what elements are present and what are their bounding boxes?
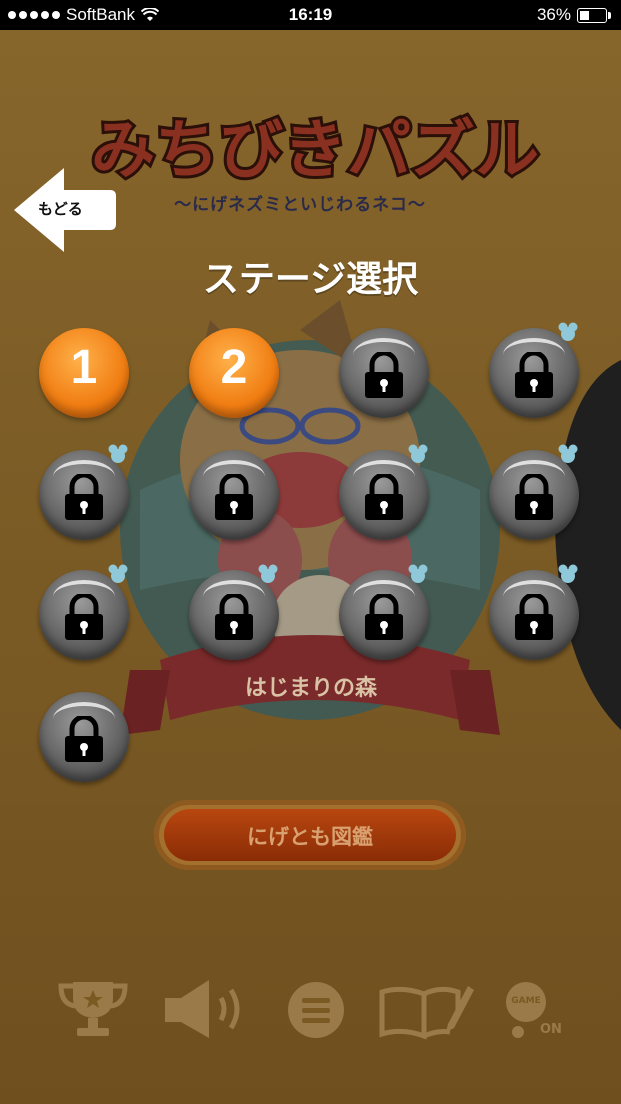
mouse-icon (558, 444, 578, 463)
game-center-icon (506, 982, 546, 1038)
book-icon[interactable] (378, 980, 476, 1040)
game-subtitle: 〜にげネズミといじわるネコ〜 (174, 195, 426, 215)
stage-1-button[interactable]: 1 (39, 328, 129, 418)
stage-5-button[interactable] (39, 444, 129, 540)
speaker-icon[interactable] (163, 978, 255, 1040)
stage-3-button[interactable] (339, 328, 429, 418)
mouse-icon (108, 564, 128, 583)
svg-text:みちびきパズル: みちびきパズル (91, 114, 539, 188)
stage-number: 2 (220, 341, 248, 394)
menu-icon[interactable] (286, 980, 346, 1040)
clock: 16:19 (288, 5, 333, 24)
stage-13-button[interactable] (39, 692, 129, 782)
trophy-icon[interactable] (55, 978, 131, 1040)
area-label: はじまりの森 (244, 676, 377, 701)
mouse-icon (258, 564, 278, 583)
lock-icon (215, 474, 253, 520)
game-state-label: ON (540, 1022, 562, 1037)
mouse-icon (108, 444, 128, 463)
stage-8-button[interactable] (489, 444, 579, 540)
page-title: ステージ選択 (202, 259, 419, 300)
lock-icon (65, 594, 103, 640)
lock-icon (515, 352, 553, 398)
game-logo: みちびきパズル みちびきパズル (88, 111, 542, 190)
mouse-icon (558, 564, 578, 583)
mouse-icon (408, 564, 428, 583)
battery-percent: 36% (536, 5, 571, 24)
lock-icon (215, 594, 253, 640)
stage-10-button[interactable] (189, 564, 279, 660)
stage-6-button[interactable] (189, 450, 279, 540)
lock-icon (515, 474, 553, 520)
stage-4-button[interactable] (489, 322, 579, 418)
lock-icon (65, 716, 103, 762)
game-screen: みちびきパズル みちびきパズル 〜にげネズミといじわるネコ〜 もどる ステージ選… (0, 30, 621, 1104)
mouse-icon (408, 444, 428, 463)
stage-number: 1 (70, 341, 98, 394)
stage-9-button[interactable] (39, 564, 129, 660)
lock-icon (365, 594, 403, 640)
battery-group: 36% (536, 5, 611, 25)
mouse-icon (558, 322, 578, 341)
lock-icon (65, 474, 103, 520)
stage-11-button[interactable] (339, 564, 429, 660)
encyclopedia-button[interactable]: にげとも図鑑 (154, 800, 466, 870)
lock-icon (365, 474, 403, 520)
game-label: GAME (511, 996, 541, 1006)
game-center-toggle[interactable]: GAME ON (504, 980, 574, 1040)
stage-12-button[interactable] (489, 564, 579, 660)
lock-icon (515, 594, 553, 640)
back-button-label: もどる (38, 200, 83, 218)
lock-icon (365, 352, 403, 398)
encyclopedia-button-label: にげとも図鑑 (247, 825, 373, 849)
stage-2-button[interactable]: 2 (189, 328, 279, 418)
stage-7-button[interactable] (339, 444, 429, 540)
battery-icon (577, 7, 611, 23)
status-bar: SoftBank 16:19 36% (0, 0, 621, 30)
